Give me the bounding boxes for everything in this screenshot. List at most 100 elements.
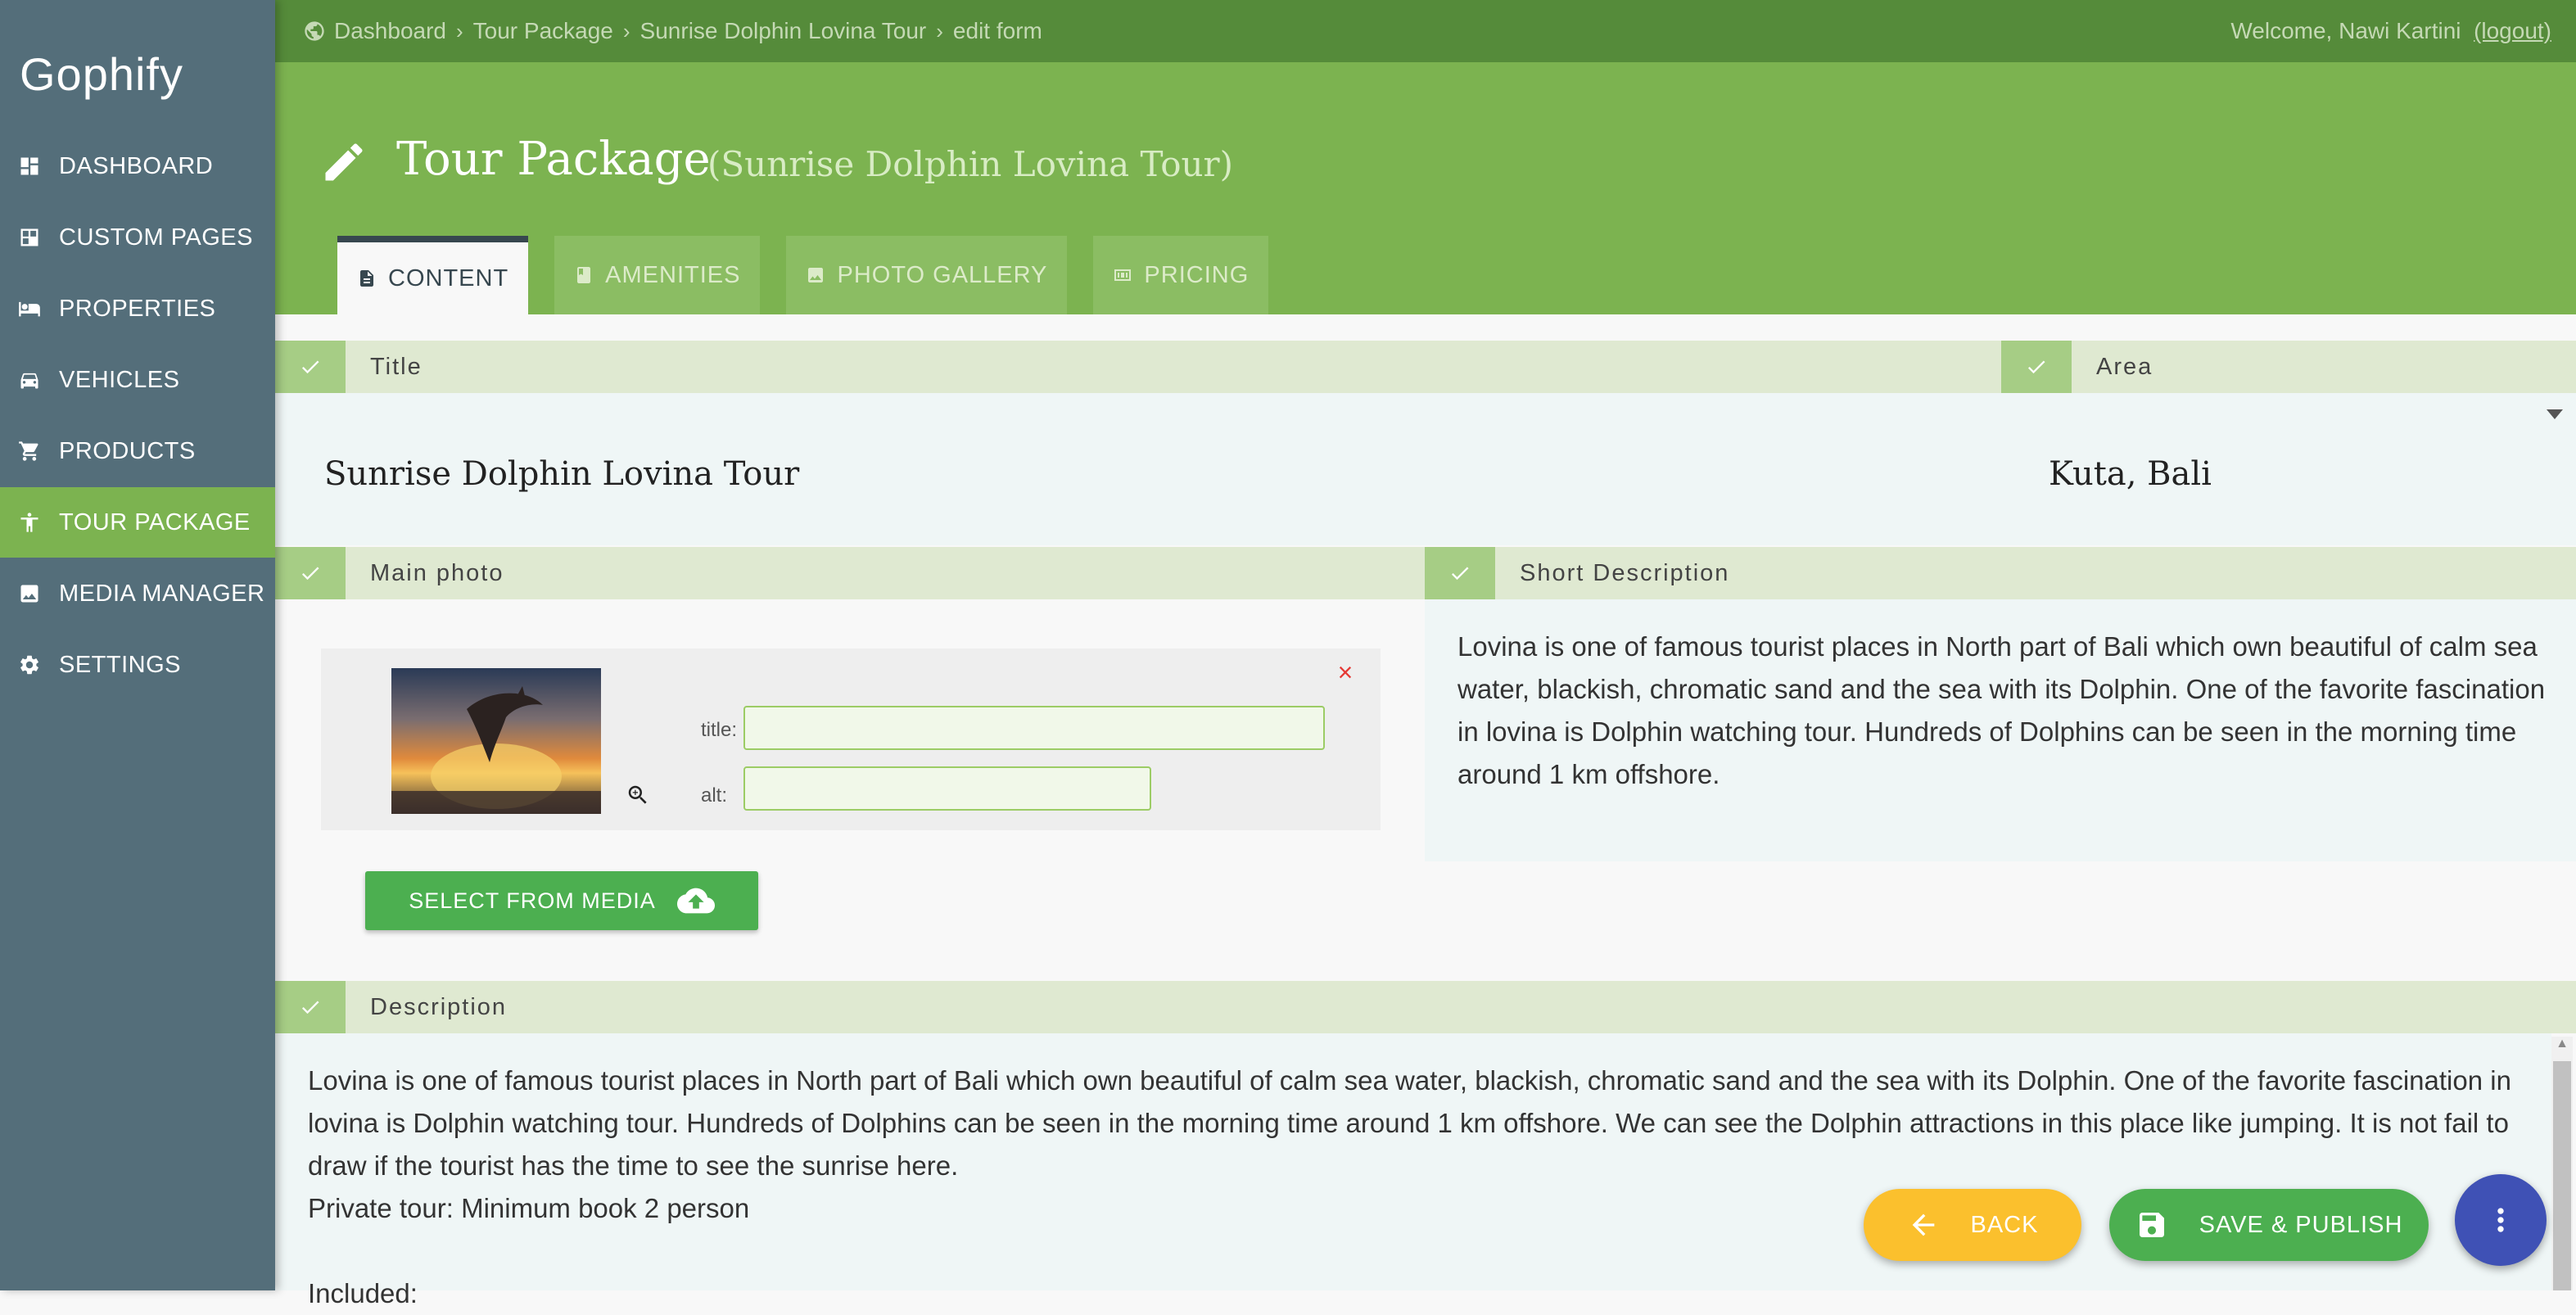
sidebar-item-label: PROPERTIES	[59, 295, 216, 322]
photo-title-label: title:	[701, 719, 738, 741]
tab-photo-gallery[interactable]: PHOTO GALLERY	[786, 236, 1068, 314]
welcome-text: Welcome, Nawi Kartini	[2230, 18, 2461, 43]
dolphin-image	[391, 686, 601, 814]
person-icon	[18, 511, 41, 534]
select-from-media-label: SELECT FROM MEDIA	[409, 888, 656, 913]
sidebar-item-media-manager[interactable]: MEDIA MANAGER	[0, 558, 275, 629]
area-label: Area	[2096, 353, 2153, 380]
gear-icon	[18, 653, 41, 676]
breadcrumb-separator: ›	[455, 18, 463, 43]
breadcrumb-tour-package[interactable]: Tour Package	[473, 18, 613, 44]
cloud-upload-icon	[676, 888, 715, 914]
sidebar-item-settings[interactable]: SETTINGS	[0, 630, 275, 700]
tab-bar: CONTENT AMENITIES PHOTO GALLERY PRICING	[337, 236, 1295, 314]
sidebar-item-products[interactable]: PRODUCTS	[0, 416, 275, 486]
sidebar-item-custom-pages[interactable]: CUSTOM PAGES	[0, 202, 275, 273]
main-photo-label: Main photo	[370, 559, 504, 586]
sidebar-item-label: CUSTOM PAGES	[59, 224, 253, 251]
check-icon	[275, 547, 346, 599]
breadcrumb-item[interactable]: Sunrise Dolphin Lovina Tour	[640, 18, 927, 44]
photo-icon	[808, 268, 824, 282]
tab-label: PRICING	[1144, 261, 1250, 288]
sidebar-item-label: TOUR PACKAGE	[59, 508, 251, 535]
area-field[interactable]: Kuta, Bali	[2049, 455, 2212, 493]
more-options-button[interactable]	[2455, 1174, 2547, 1266]
globe-icon	[303, 20, 326, 43]
short-description-field[interactable]: Lovina is one of famous tourist places i…	[1457, 626, 2547, 796]
page-subtitle: (Sunrise Dolphin Lovina Tour)	[707, 144, 1234, 184]
save-icon	[2139, 1213, 2164, 1237]
sidebar-item-label: PRODUCTS	[59, 437, 196, 464]
zoom-in-icon[interactable]	[626, 783, 650, 807]
main-photo-section-bar: Main photo	[275, 547, 1425, 599]
title-section-bar: Title	[275, 341, 2001, 393]
sidebar: Gophify DASHBOARD CUSTOM PAGES PROPERTIE…	[0, 0, 275, 1290]
photo-alt-label: alt:	[701, 784, 728, 807]
tab-content[interactable]: CONTENT	[337, 236, 529, 314]
remove-photo-button[interactable]: ×	[1333, 659, 1358, 685]
breadcrumb-separator: ›	[936, 18, 943, 43]
brand-logo[interactable]: Gophify	[20, 47, 183, 101]
sidebar-item-tour-package[interactable]: TOUR PACKAGE	[0, 487, 275, 558]
sidebar-item-label: VEHICLES	[59, 366, 180, 393]
top-bar: Dashboard › Tour Package › Sunrise Dolph…	[275, 0, 2576, 62]
sidebar-item-label: DASHBOARD	[59, 152, 214, 179]
title-field[interactable]: Sunrise Dolphin Lovina Tour	[324, 455, 799, 493]
sidebar-nav: DASHBOARD CUSTOM PAGES PROPERTIES VEHICL…	[0, 131, 275, 701]
tab-pricing[interactable]: PRICING	[1093, 236, 1269, 314]
scrollbar-thumb[interactable]	[2553, 1061, 2571, 1290]
money-icon	[1114, 269, 1132, 281]
photo-alt-input[interactable]	[743, 766, 1151, 811]
description-section-bar: Description	[275, 981, 2576, 1033]
car-icon	[18, 368, 41, 391]
sidebar-item-properties[interactable]: PROPERTIES	[0, 273, 275, 344]
short-description-section-bar: Short Description	[1425, 547, 2576, 599]
tab-label: AMENITIES	[605, 261, 741, 288]
logout-link[interactable]: (logout)	[2474, 18, 2551, 43]
page-title: Tour Package	[396, 133, 711, 186]
sidebar-item-vehicles[interactable]: VEHICLES	[0, 345, 275, 415]
check-icon	[275, 981, 346, 1033]
back-button[interactable]: BACK	[1864, 1189, 2081, 1261]
dashboard-icon	[18, 155, 41, 178]
breadcrumb-dashboard[interactable]: Dashboard	[334, 18, 446, 44]
bed-icon	[18, 297, 41, 320]
tab-amenities[interactable]: AMENITIES	[554, 236, 761, 314]
book-icon	[577, 267, 591, 283]
document-icon	[360, 270, 373, 287]
sidebar-item-label: SETTINGS	[59, 651, 182, 678]
check-icon	[2001, 341, 2072, 393]
save-publish-button[interactable]: SAVE & PUBLISH	[2109, 1189, 2429, 1261]
welcome-message: Welcome, Nawi Kartini (logout)	[2230, 18, 2551, 44]
sidebar-item-label: MEDIA MANAGER	[59, 580, 265, 607]
photo-title-input[interactable]	[743, 706, 1325, 750]
cart-icon	[18, 440, 41, 463]
area-section-bar: Area	[2001, 341, 2576, 393]
pencil-icon	[319, 138, 368, 187]
tab-label: CONTENT	[388, 264, 509, 291]
check-icon	[275, 341, 346, 393]
description-label: Description	[370, 993, 508, 1020]
main-photo-card: × title: alt:	[321, 648, 1381, 830]
main-photo-thumbnail[interactable]	[391, 668, 601, 814]
title-label: Title	[370, 353, 423, 380]
save-publish-label: SAVE & PUBLISH	[2199, 1211, 2403, 1238]
short-description-label: Short Description	[1520, 559, 1730, 586]
check-icon	[1425, 547, 1495, 599]
select-from-media-button[interactable]: SELECT FROM MEDIA	[365, 871, 758, 930]
area-dropdown-icon[interactable]	[2547, 409, 2563, 419]
description-paragraph[interactable]: Private tour: Minimum book 2 person	[308, 1187, 749, 1230]
arrow-back-icon	[1912, 1213, 1934, 1236]
breadcrumb-separator: ›	[622, 18, 630, 43]
image-icon	[18, 582, 41, 605]
tab-label: PHOTO GALLERY	[837, 261, 1048, 288]
back-label: BACK	[1970, 1211, 2039, 1238]
breadcrumb-current: edit form	[952, 18, 1042, 43]
sidebar-item-dashboard[interactable]: DASHBOARD	[0, 131, 275, 201]
custom-pages-icon	[18, 226, 41, 249]
scroll-up-icon[interactable]: ▲	[2553, 1037, 2571, 1056]
description-paragraph[interactable]: Lovina is one of famous tourist places i…	[308, 1060, 2519, 1187]
more-vert-icon	[2497, 1208, 2504, 1232]
breadcrumb: Dashboard › Tour Package › Sunrise Dolph…	[303, 18, 1042, 44]
description-paragraph[interactable]: Included:	[308, 1272, 418, 1315]
